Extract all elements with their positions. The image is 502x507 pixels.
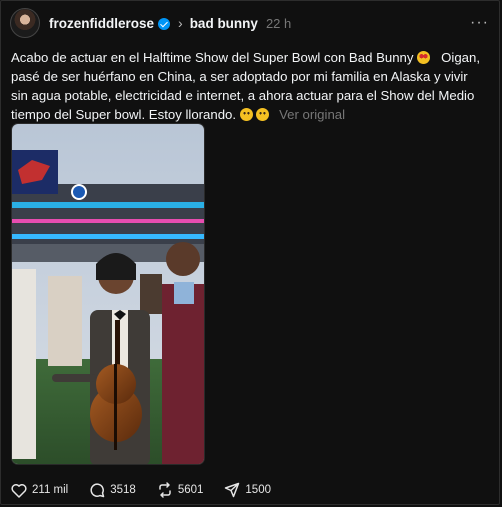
target-username[interactable]: bad bunny — [190, 16, 258, 31]
avatar[interactable] — [10, 8, 40, 38]
likes-count: 211 mil — [32, 484, 69, 496]
like-button[interactable]: 211 mil — [11, 483, 68, 498]
post-header: frozenfiddlerose › bad bunny 22 h ··· — [10, 7, 489, 39]
author-username[interactable]: frozenfiddlerose — [49, 16, 154, 31]
post-photo[interactable] — [11, 123, 205, 465]
post-actions: 211 mil 3518 5601 1500 — [11, 481, 292, 499]
repost-icon — [159, 482, 171, 498]
heart-eyes-emoji-icon — [417, 51, 431, 64]
translate-link[interactable]: Ver original — [279, 107, 345, 122]
verified-icon — [158, 18, 171, 30]
heart-icon — [11, 483, 27, 498]
photo-scene — [12, 124, 204, 464]
post-card: frozenfiddlerose › bad bunny 22 h ··· Ac… — [0, 0, 500, 505]
share-button[interactable]: 1500 — [224, 482, 271, 498]
shares-count: 1500 — [245, 484, 271, 496]
share-icon — [225, 482, 240, 498]
comment-icon — [90, 483, 105, 498]
sad-face-emoji-icon-2 — [256, 108, 270, 121]
sad-face-emoji-icon — [239, 108, 253, 121]
more-icon[interactable]: ··· — [470, 14, 489, 32]
reposts-count: 5601 — [177, 484, 204, 496]
post-time[interactable]: 22 h — [266, 16, 291, 31]
repost-button[interactable]: 5601 — [157, 482, 204, 498]
chevron-right-icon: › — [178, 15, 183, 31]
post-caption: Acabo de actuar en el Halftime Show del … — [11, 48, 483, 124]
caption-text: Acabo de actuar en el Halftime Show del … — [11, 50, 414, 65]
comment-button[interactable]: 3518 — [89, 482, 136, 498]
comments-count: 3518 — [110, 484, 136, 496]
